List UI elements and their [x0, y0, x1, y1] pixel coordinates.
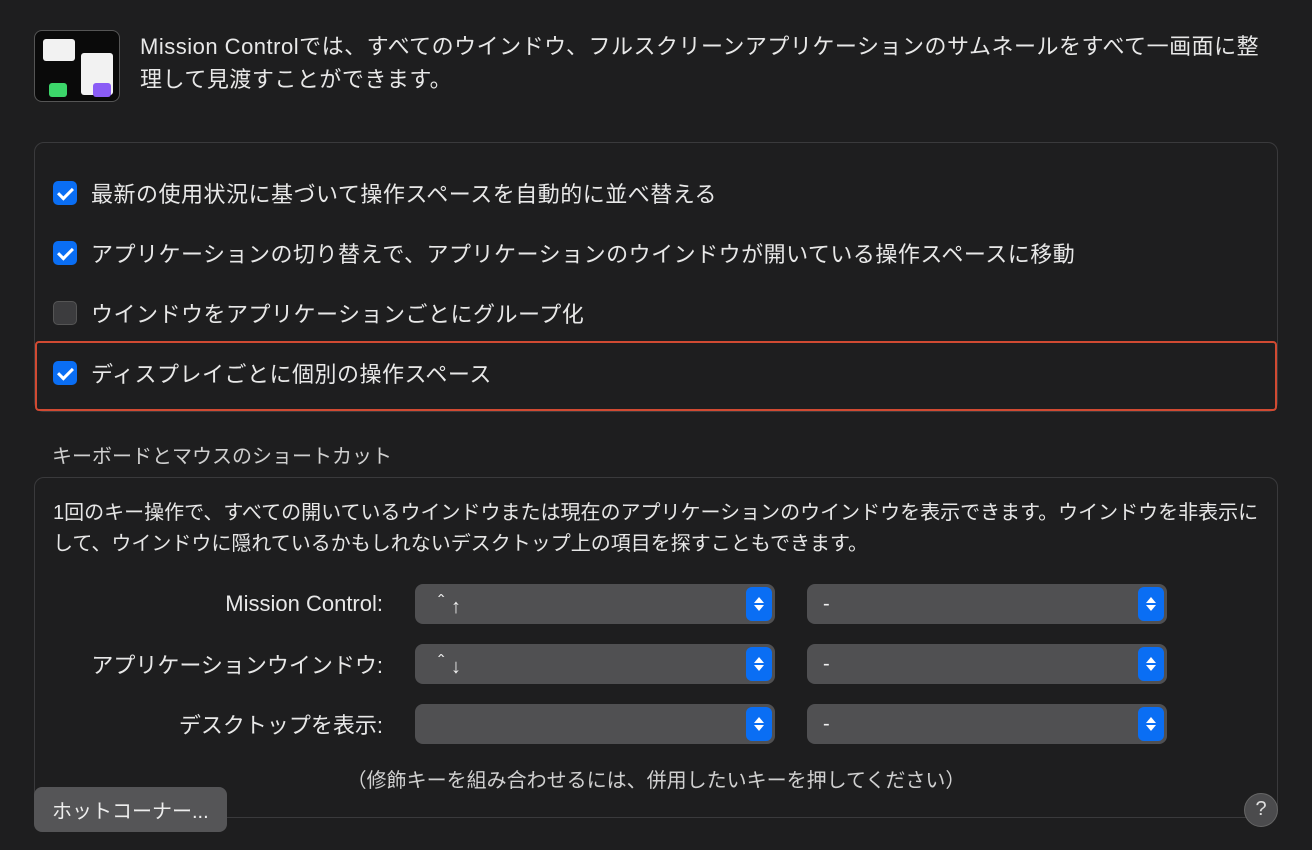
shortcut-row: Mission Control: ＾↑- [53, 584, 1259, 624]
header-description: Mission Controlでは、すべてのウインドウ、フルスクリーンアプリケー… [140, 30, 1278, 96]
chevron-up-down-icon [746, 707, 772, 741]
shortcuts-description: 1回のキー操作で、すべての開いているウインドウまたは現在のアプリケーションのウイ… [53, 498, 1259, 560]
option-label: ウインドウをアプリケーションごとにグループ化 [91, 297, 584, 329]
shortcut-key-select[interactable] [415, 704, 775, 744]
option-row: アプリケーションの切り替えで、アプリケーションのウインドウが開いている操作スペー… [53, 223, 1259, 283]
shortcut-label: Mission Control: [53, 591, 383, 617]
shortcuts-group: 1回のキー操作で、すべての開いているウインドウまたは現在のアプリケーションのウイ… [34, 477, 1278, 818]
mission-control-icon [34, 30, 120, 102]
shortcut-label: デスクトップを表示: [53, 708, 383, 740]
option-checkbox[interactable] [53, 241, 77, 265]
option-row: 最新の使用状況に基づいて操作スペースを自動的に並べ替える [53, 163, 1259, 223]
option-label: アプリケーションの切り替えで、アプリケーションのウインドウが開いている操作スペー… [91, 237, 1075, 269]
shortcut-mouse-select[interactable]: - [807, 584, 1167, 624]
chevron-up-down-icon [1138, 587, 1164, 621]
header: Mission Controlでは、すべてのウインドウ、フルスクリーンアプリケー… [34, 30, 1278, 102]
hot-corners-button[interactable]: ホットコーナー... [34, 787, 227, 832]
option-checkbox[interactable] [53, 181, 77, 205]
chevron-up-down-icon [1138, 647, 1164, 681]
shortcut-key-select[interactable]: ＾↑ [415, 584, 775, 624]
option-checkbox[interactable] [53, 301, 77, 325]
help-button[interactable]: ? [1244, 793, 1278, 827]
shortcuts-section-label: キーボードとマウスのショートカット [52, 440, 1278, 469]
shortcut-label: アプリケーションウインドウ: [53, 648, 383, 680]
chevron-up-down-icon [1138, 707, 1164, 741]
shortcut-row: デスクトップを表示: - [53, 704, 1259, 744]
options-group: 最新の使用状況に基づいて操作スペースを自動的に並べ替えるアプリケーションの切り替… [34, 142, 1278, 412]
shortcut-row: アプリケーションウインドウ: ＾↓- [53, 644, 1259, 684]
shortcut-mouse-select[interactable]: - [807, 644, 1167, 684]
option-label: ディスプレイごとに個別の操作スペース [91, 357, 492, 389]
chevron-up-down-icon [746, 647, 772, 681]
option-row: ウインドウをアプリケーションごとにグループ化 [53, 283, 1259, 343]
option-row: ディスプレイごとに個別の操作スペース [35, 341, 1277, 411]
shortcut-key-select[interactable]: ＾↓ [415, 644, 775, 684]
option-checkbox[interactable] [53, 361, 77, 385]
chevron-up-down-icon [746, 587, 772, 621]
option-label: 最新の使用状況に基づいて操作スペースを自動的に並べ替える [91, 177, 717, 209]
shortcut-mouse-select[interactable]: - [807, 704, 1167, 744]
